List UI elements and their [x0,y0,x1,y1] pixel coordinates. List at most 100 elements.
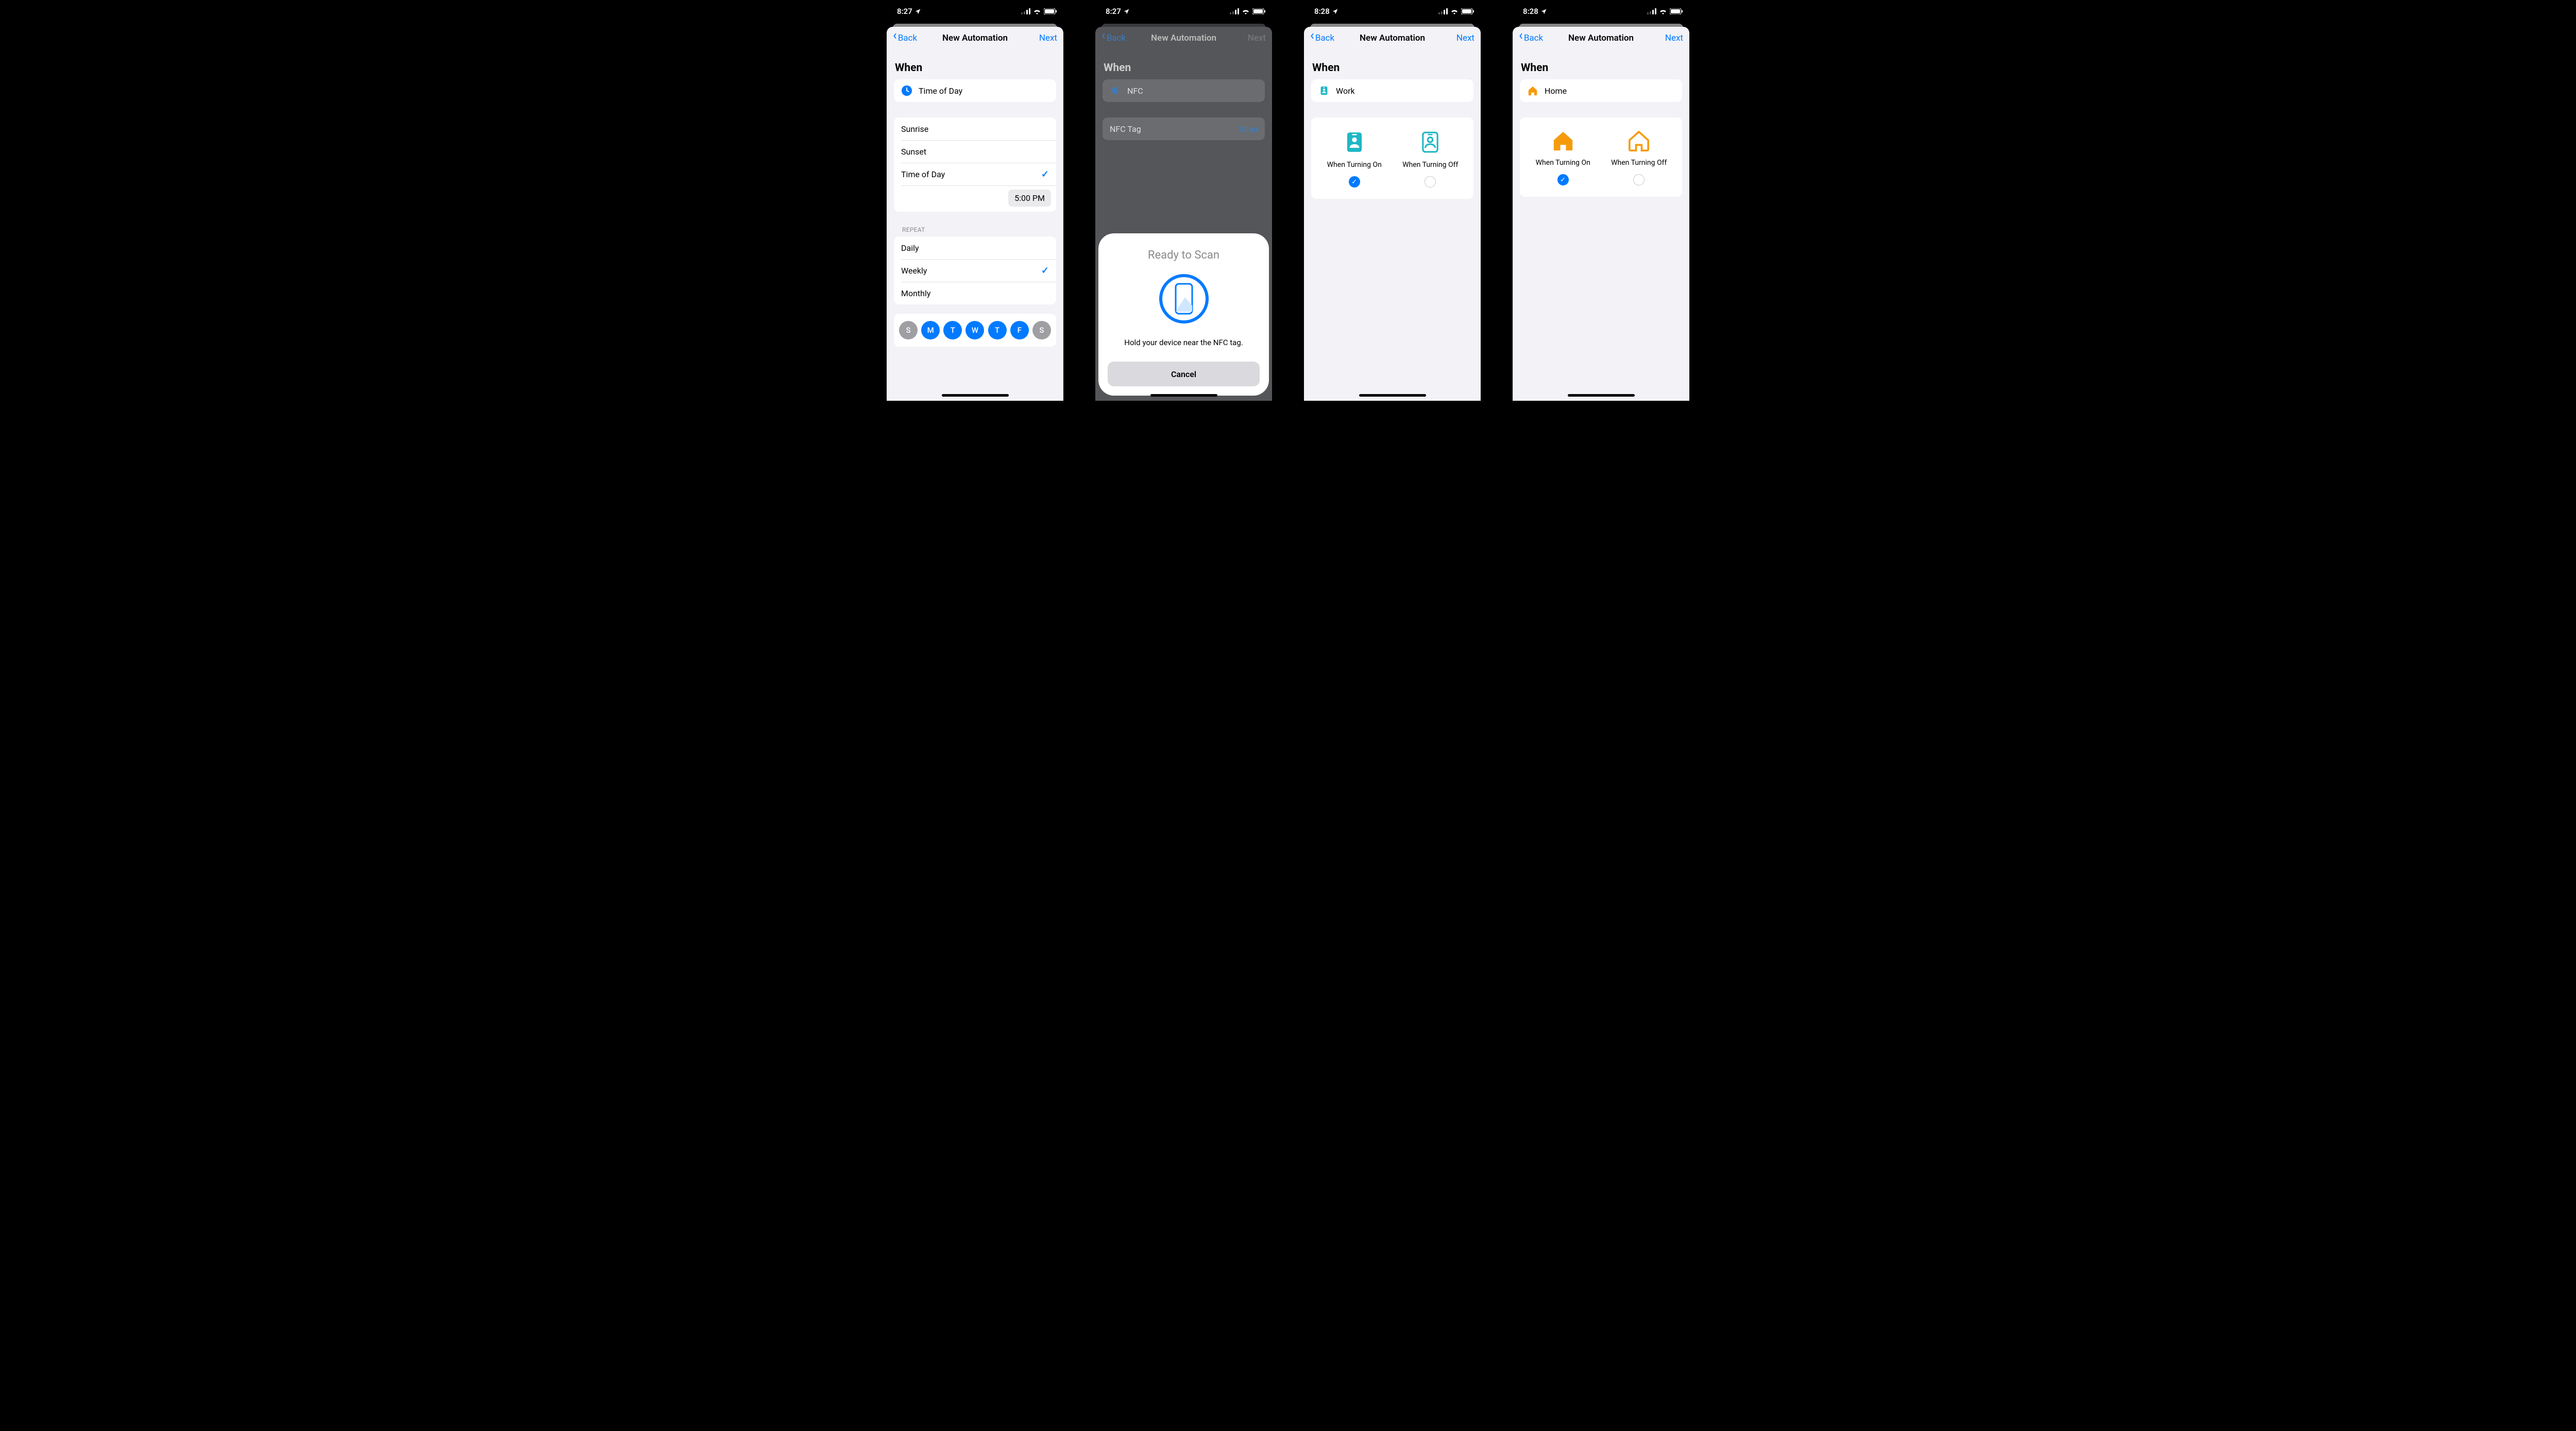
choice-turning-off[interactable]: When Turning Off [1605,131,1673,185]
repeat-monthly[interactable]: Monthly [894,282,1056,304]
status-bar: 8:28 [1300,0,1485,23]
work-badge-icon-outline [1420,131,1440,154]
nfc-tag-row[interactable]: NFC Tag Scan [1103,117,1265,140]
weekday-toggle[interactable]: W [965,321,984,339]
repeat-header: REPEAT [902,226,1054,233]
modal-sheet: Back New Automation Next When Work [1304,27,1481,401]
trigger-row: NFC [1103,79,1265,102]
section-label: When [895,62,1055,74]
trigger-summary: Home [1520,79,1682,102]
location-arrow-icon [1123,8,1130,15]
back-button[interactable]: Back [1519,33,1543,43]
choice-turning-on[interactable]: When Turning On ✓ [1320,131,1388,188]
nfc-sheet-title: Ready to Scan [1148,249,1219,262]
status-bar: 8:27 [883,0,1067,23]
radio-off[interactable] [1425,176,1436,188]
chevron-left-icon [1310,33,1314,43]
choice-label: When Turning On [1536,159,1590,167]
location-arrow-icon [914,8,921,15]
scan-action-button[interactable]: Scan [1240,124,1258,134]
nfc-tag-label: NFC Tag [1110,124,1141,134]
status-time: 8:28 [1523,7,1538,16]
home-icon-filled [1552,131,1574,151]
focus-choice-card: When Turning On ✓ When Turning Off [1520,117,1682,197]
chevron-left-icon [1519,33,1523,43]
radio-on[interactable]: ✓ [1349,176,1360,188]
checkmark-icon: ✓ [1041,265,1049,276]
repeat-weekly[interactable]: Weekly ✓ [894,259,1056,282]
status-bar: 8:27 [1091,0,1276,23]
nav-bar: Back New Automation Next [1513,27,1689,49]
battery-icon [1044,8,1057,14]
home-indicator[interactable] [1359,394,1426,397]
radio-on[interactable]: ✓ [1557,174,1569,185]
battery-icon [1670,8,1683,14]
next-button[interactable]: Next [1039,33,1057,43]
weekday-toggle[interactable]: S [899,321,918,339]
clock-icon [901,85,916,96]
option-sunset[interactable]: Sunset [894,140,1056,163]
trigger-row: Time of Day [894,79,1056,102]
nfc-sheet-message: Hold your device near the NFC tag. [1124,338,1243,347]
nfc-ring-icon [1159,274,1209,323]
location-arrow-icon [1540,8,1547,15]
work-badge-icon [1318,85,1333,96]
next-button[interactable]: Next [1456,33,1475,43]
cancel-button[interactable]: Cancel [1108,362,1260,386]
back-label: Back [1524,33,1543,43]
option-label: Weekly [901,266,927,276]
weekday-toggle[interactable]: T [943,321,962,339]
choice-turning-off[interactable]: When Turning Off [1396,131,1465,188]
chevron-left-icon [893,33,897,43]
nav-bar: Back New Automation Next [887,27,1063,49]
work-badge-icon-filled [1345,131,1364,154]
trigger-summary: Work [1311,79,1473,102]
back-label: Back [1315,33,1334,43]
phone-screen-1: 8:27 Back New Automation Next [883,0,1067,401]
radio-off[interactable] [1633,174,1645,185]
repeat-daily[interactable]: Daily [894,236,1056,259]
cellular-signal-icon [1647,8,1656,14]
modal-sheet: Back New Automation Next When Time of Da… [887,27,1063,401]
back-button[interactable]: Back [893,33,917,43]
trigger-label: Work [1336,86,1355,96]
phone-screen-2: 8:27 Back New Automation Next When [1091,0,1276,401]
nfc-tag-group: NFC Tag Scan [1103,117,1265,140]
status-time: 8:28 [1314,7,1330,16]
status-time: 8:27 [1106,7,1121,16]
back-label: Back [898,33,917,43]
back-button[interactable]: Back [1101,33,1126,43]
choice-turning-on[interactable]: When Turning On ✓ [1529,131,1597,185]
choice-label: When Turning On [1327,161,1382,169]
battery-icon [1252,8,1266,14]
cellular-signal-icon [1438,8,1448,14]
weekday-selector: SMTWTFS [894,314,1056,347]
choice-label: When Turning Off [1402,161,1458,169]
focus-choice-card: When Turning On ✓ When Turning Off [1311,117,1473,199]
back-label: Back [1107,33,1126,43]
nfc-scan-sheet: Ready to Scan Hold your device near the … [1098,233,1269,396]
home-indicator[interactable] [1568,394,1635,397]
phone-screen-4: 8:28 Back New Automation Next When [1509,0,1693,401]
weekday-toggle[interactable]: T [988,321,1007,339]
weekday-toggle[interactable]: M [921,321,940,339]
option-sunrise[interactable]: Sunrise [894,117,1056,140]
modal-sheet: Back New Automation Next When Home [1513,27,1689,401]
location-arrow-icon [1332,8,1338,15]
nfc-icon [1110,85,1124,96]
trigger-summary: Time of Day [894,79,1056,102]
option-label: Sunset [901,147,926,157]
next-button[interactable]: Next [1665,33,1683,43]
back-button[interactable]: Back [1310,33,1334,43]
weekday-toggle[interactable]: S [1032,321,1051,339]
option-label: Daily [901,243,919,253]
time-picker[interactable]: 5:00 PM [1008,190,1051,207]
cellular-signal-icon [1230,8,1239,14]
nav-bar: Back New Automation Next [1304,27,1481,49]
option-time-of-day[interactable]: Time of Day ✓ [894,163,1056,185]
home-indicator[interactable] [942,394,1009,397]
weekday-toggle[interactable]: F [1010,321,1029,339]
wifi-icon [1033,8,1041,14]
choice-label: When Turning Off [1611,159,1667,167]
home-indicator[interactable] [1150,394,1217,397]
